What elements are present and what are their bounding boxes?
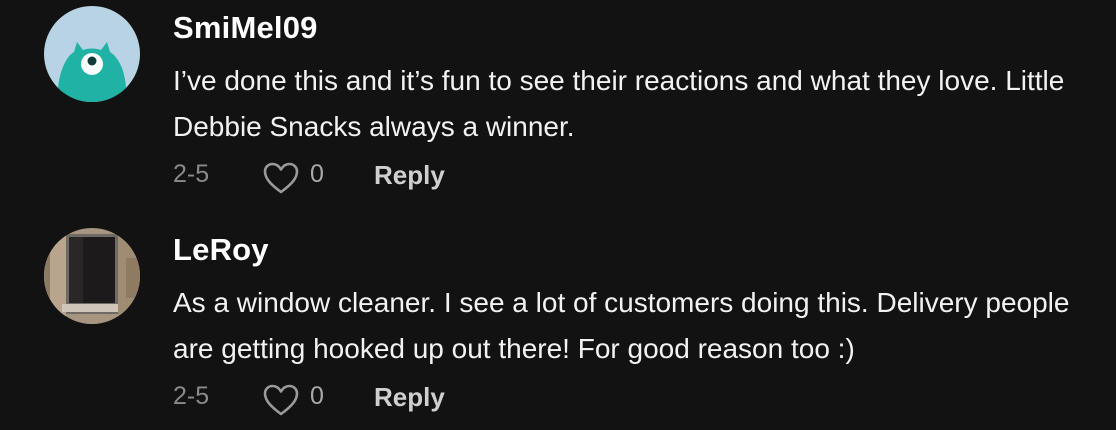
comment-username[interactable]: SmiMel09: [173, 10, 318, 46]
comment-text: As a window cleaner. I see a lot of cust…: [173, 287, 1070, 364]
comment-date: 2-5: [173, 160, 210, 188]
reply-button[interactable]: Reply: [374, 160, 445, 191]
window-photo-avatar-icon: [44, 228, 140, 324]
reply-button[interactable]: Reply: [374, 382, 445, 413]
user-avatar[interactable]: [44, 6, 140, 102]
comment-username[interactable]: LeRoy: [173, 232, 269, 268]
like-count: 0: [310, 382, 324, 410]
comment-meta: 2-5 0 Reply: [173, 380, 573, 420]
comment-meta: 2-5 0 Reply: [173, 158, 573, 198]
teal-monster-avatar-icon: [44, 6, 140, 102]
comment-text: I’ve done this and it’s fun to see their…: [173, 65, 1065, 142]
heart-outline-icon[interactable]: [262, 161, 300, 195]
comment-date: 2-5: [173, 382, 210, 410]
user-avatar[interactable]: [44, 228, 140, 324]
like-count: 0: [310, 160, 324, 188]
heart-outline-icon[interactable]: [262, 383, 300, 417]
